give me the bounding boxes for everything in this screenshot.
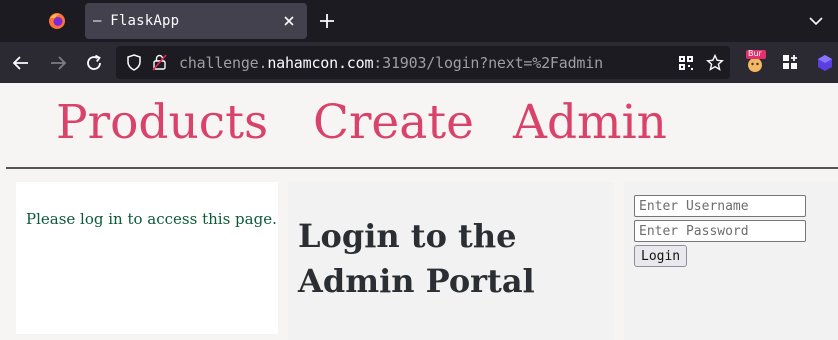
nav-link-create[interactable]: Create [313, 95, 474, 150]
tab-strip: – FlaskApp [0, 0, 838, 42]
url-prefix: challenge. [179, 54, 268, 72]
reload-icon[interactable] [84, 53, 104, 73]
chevron-down-icon[interactable] [808, 14, 824, 28]
back-icon[interactable] [11, 53, 31, 73]
tab-title: – FlaskApp [93, 13, 180, 29]
qr-code-icon[interactable] [678, 55, 694, 71]
nav-link-admin[interactable]: Admin [513, 95, 667, 150]
close-tab-icon[interactable] [281, 13, 297, 29]
extension-badge: Bur [748, 49, 762, 58]
login-form: Login [624, 182, 838, 340]
login-button[interactable]: Login [634, 245, 688, 267]
nav-divider [6, 167, 838, 169]
cube-extension-icon[interactable] [815, 53, 835, 73]
address-bar[interactable]: challenge.nahamcon.com:31903/login?next=… [116, 46, 730, 79]
url-text[interactable]: challenge.nahamcon.com:31903/login?next=… [179, 54, 603, 72]
shield-icon[interactable] [126, 54, 142, 71]
url-host: nahamcon.com [267, 54, 374, 72]
tab-flaskapp[interactable]: – FlaskApp [85, 3, 307, 39]
insecure-lock-icon[interactable] [152, 54, 167, 71]
burp-extension-icon[interactable]: Bur [744, 49, 768, 74]
nav-link-products[interactable]: Products [56, 95, 268, 150]
forward-icon[interactable] [48, 53, 68, 73]
new-tab-icon[interactable] [318, 12, 336, 30]
firefox-view-icon[interactable] [48, 12, 66, 30]
page-content: Products Create Admin Please log in to a… [0, 83, 838, 340]
extensions-icon[interactable] [782, 54, 798, 70]
flash-message: Please log in to access this page. [26, 210, 277, 228]
navigation-toolbar: challenge.nahamcon.com:31903/login?next=… [0, 42, 838, 83]
page-title: Login to the Admin Portal [298, 217, 535, 300]
url-suffix: :31903/login?next=%2Fadmin [373, 54, 603, 72]
flash-message-box: Please log in to access this page. [16, 182, 278, 334]
site-nav: Products Create Admin [0, 83, 838, 169]
main-panel: Login to the Admin Portal [288, 182, 614, 340]
bookmark-star-icon[interactable] [706, 54, 724, 72]
password-input[interactable] [634, 220, 806, 242]
username-input[interactable] [634, 195, 806, 217]
